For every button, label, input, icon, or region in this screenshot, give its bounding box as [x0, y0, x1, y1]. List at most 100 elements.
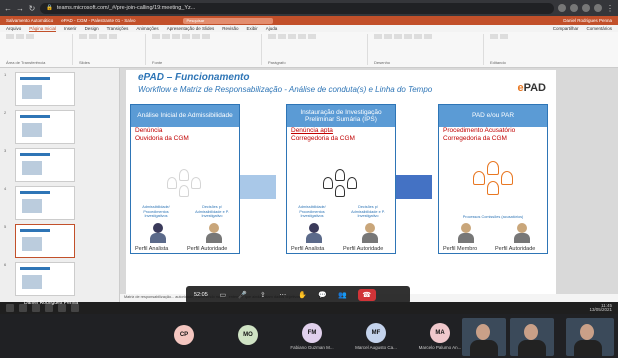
camera-icon[interactable]: ▭ — [218, 290, 228, 300]
tab-apresentacao[interactable]: Apresentação de Slides — [167, 26, 215, 31]
group-people-icon — [165, 169, 205, 201]
workflow-column-admissibility: Análise Inicial de Admissibilidade Denún… — [130, 104, 240, 254]
tab-inserir[interactable]: Inserir — [64, 26, 77, 31]
participant-tile[interactable]: MA Marcelo Palumo An... — [416, 322, 464, 350]
epad-logo: ePAD — [517, 82, 546, 94]
group-people-icon — [469, 161, 519, 201]
meeting-timer: 52:05 — [194, 292, 208, 298]
participant-video[interactable] — [510, 318, 554, 356]
arrow-right-icon — [396, 175, 432, 199]
profile-avatar-icon[interactable] — [594, 4, 602, 12]
column-line2: Corregedoria da CGM — [291, 135, 355, 143]
tab-design[interactable]: Design — [85, 26, 99, 31]
tab-transicoes[interactable]: Transições — [107, 26, 129, 31]
more-options-icon[interactable]: ⋯ — [278, 290, 288, 300]
extension-icon[interactable] — [582, 4, 590, 12]
avatar: MA — [430, 322, 450, 343]
slide-thumbnail-selected[interactable]: 5 — [4, 224, 115, 258]
windows-start-icon — [6, 304, 14, 312]
slide-title: ePAD – Funcionamento — [138, 72, 250, 83]
browser-toolbar: ← → ↻ 🔒 teams.microsoft.com/_#/pre-join-… — [0, 0, 618, 16]
analyst-avatar-icon — [149, 223, 167, 243]
participant-name: Marcelo Palumo An... — [418, 344, 462, 350]
profile-label-right: Perfil Autoridade — [495, 246, 536, 252]
menu-kebab-icon[interactable]: ⋮ — [606, 4, 614, 13]
ribbon-group-drawing[interactable]: Desenho — [374, 34, 484, 65]
role-note-right: Decisões p/ Admissibilidade e P. Investi… — [351, 205, 385, 219]
document-title: ePAD - CGM - Palestrante 01 - Salvo — [61, 18, 136, 23]
participant-tile[interactable]: FM Fabiano Guzman M... — [288, 322, 336, 350]
extension-icon[interactable] — [558, 4, 566, 12]
column-line2: Ouvidoria da CGM — [135, 135, 189, 143]
lock-icon: 🔒 — [46, 5, 53, 11]
comments-button[interactable]: Comentários — [586, 26, 612, 31]
role-note-left: Admissibilidade/ Procedimentos Investiga… — [298, 205, 326, 219]
participant-tile[interactable]: MF Marcel Augusto Ca... — [352, 322, 400, 350]
profile-label-left: Perfil Membro — [443, 246, 478, 252]
column-header: Instauração de Investigação Preliminar S… — [287, 105, 395, 127]
participant-tile[interactable]: MO — [224, 325, 272, 347]
forward-icon[interactable]: → — [16, 4, 24, 13]
slide-thumbnails: 1 2 3 4 5 6 — [0, 68, 120, 302]
slide-thumbnail[interactable]: 2 — [4, 110, 115, 144]
slide-thumbnail[interactable]: 1 — [4, 72, 115, 106]
slide-thumbnail[interactable]: 4 — [4, 186, 115, 220]
reload-icon[interactable]: ↻ — [28, 4, 36, 13]
extension-icon[interactable] — [570, 4, 578, 12]
slide-thumbnail[interactable]: 6 — [4, 262, 115, 296]
tab-animacoes[interactable]: Animações — [136, 26, 158, 31]
participant-name: Fabiano Guzman M... — [290, 344, 334, 350]
url-text: teams.microsoft.com/_#/pre-join-calling/… — [56, 5, 196, 11]
autosave-label[interactable]: Salvamento Automático — [6, 18, 53, 23]
raise-hand-icon[interactable]: ✋ — [298, 290, 308, 300]
ribbon-group-paragraph[interactable]: Parágrafo — [268, 34, 368, 65]
back-icon[interactable]: ← — [4, 4, 12, 13]
user-name: Daniel Rodrigues Penna — [563, 18, 612, 23]
ribbon-group-clipboard[interactable]: Área de Transferência — [6, 34, 73, 65]
share-button[interactable]: Compartilhar — [553, 26, 579, 31]
avatar: MF — [366, 322, 386, 343]
tab-exibir[interactable]: Exibir — [246, 26, 257, 31]
avatar: MO — [238, 325, 258, 345]
ppt-search-input[interactable]: Pesquisar — [183, 17, 274, 24]
tab-ajuda[interactable]: Ajuda — [266, 26, 278, 31]
slide-canvas: ePAD – Funcionamento Workflow e Matriz d… — [120, 68, 618, 302]
profile-label-right: Perfil Autoridade — [343, 246, 384, 252]
ribbon-group-slides[interactable]: Slides — [79, 34, 146, 65]
address-bar[interactable]: 🔒 teams.microsoft.com/_#/pre-join-callin… — [40, 2, 554, 14]
ribbon-tabs: Arquivo Página Inicial Inserir Design Tr… — [0, 25, 618, 32]
share-screen-icon[interactable]: ⇪ — [258, 290, 268, 300]
profile-label-left: Perfil Analista — [135, 246, 169, 252]
member-avatar-icon — [457, 223, 475, 243]
role-note-right: Decisões p/ Admissibilidade e P. Investi… — [195, 205, 229, 219]
self-video[interactable] — [566, 318, 614, 356]
column-line1: Denúncia — [135, 127, 163, 134]
workflow-column-ips: Instauração de Investigação Preliminar S… — [286, 104, 396, 254]
ribbon-group-font[interactable]: Fonte — [152, 34, 262, 65]
slide[interactable]: ePAD – Funcionamento Workflow e Matriz d… — [126, 70, 556, 294]
participant-tile[interactable]: CP — [160, 325, 208, 347]
participants-icon[interactable]: 👥 — [338, 290, 348, 300]
tab-arquivo[interactable]: Arquivo — [6, 26, 21, 31]
workflow-column-pad-par: PAD e/ou PAR Procedimento Acusatório Cor… — [438, 104, 548, 254]
participant-name: Marcel Augusto Ca... — [355, 344, 397, 350]
slide-thumbnail[interactable]: 3 — [4, 148, 115, 182]
microphone-icon[interactable]: 🎤 — [238, 290, 248, 300]
avatar: FM — [302, 322, 322, 343]
tab-revisao[interactable]: Revisão — [222, 26, 238, 31]
column-line1: Procedimento Acusatório — [443, 127, 516, 134]
ribbon: Área de Transferência Slides Fonte Parág… — [0, 32, 618, 68]
column-header: PAD e/ou PAR — [439, 105, 547, 127]
group-people-icon — [321, 169, 361, 201]
column-line1: Denúncia apta — [291, 127, 333, 134]
authority-avatar-icon — [361, 223, 379, 243]
chat-icon[interactable]: 💬 — [318, 290, 328, 300]
shared-taskbar: 11:45 13/05/2021 — [0, 302, 618, 314]
presenter-name: Daniel Rodrigues Penna — [24, 300, 79, 306]
hang-up-button[interactable]: ☎ — [357, 289, 376, 301]
authority-avatar-icon — [513, 223, 531, 243]
authority-avatar-icon — [205, 223, 223, 243]
participant-video[interactable] — [462, 318, 506, 356]
tab-pagina-inicial[interactable]: Página Inicial — [29, 26, 57, 32]
ribbon-group-editing[interactable]: Editando — [490, 34, 556, 65]
